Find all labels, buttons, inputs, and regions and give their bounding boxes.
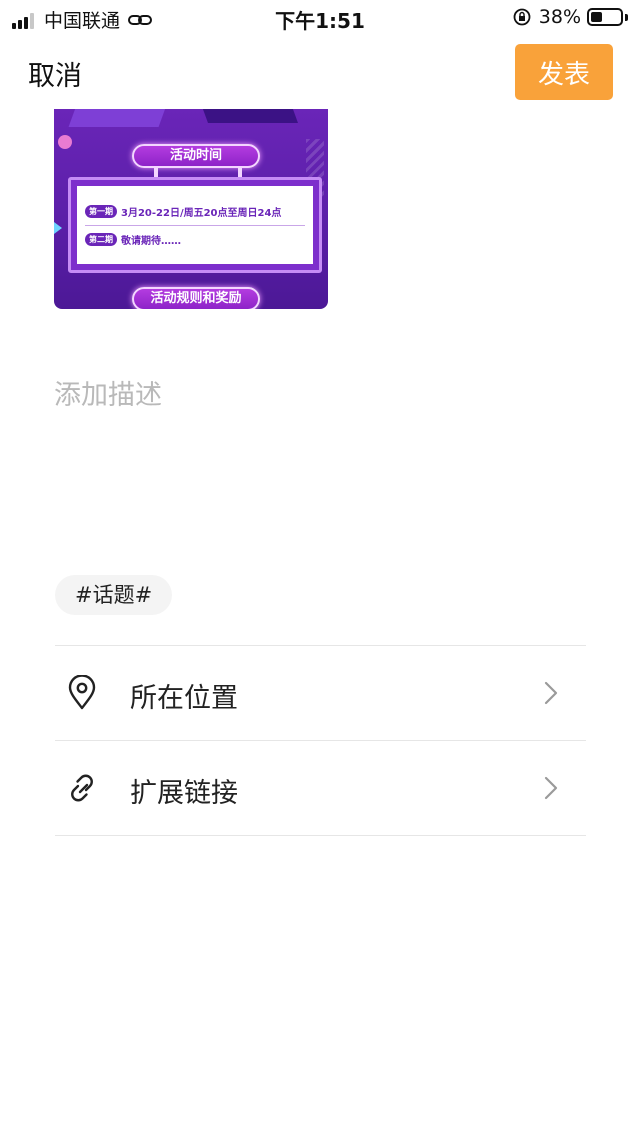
- topic-chip[interactable]: #话题#: [55, 575, 173, 615]
- location-label: 所在位置: [130, 683, 238, 714]
- poster-board-inner: 第一期 3月20-22日/周五20点至周日24点 第二期 敬请期待……: [77, 186, 313, 264]
- battery-tip: [625, 13, 628, 21]
- poster-time-banner: 活动时间: [132, 144, 260, 168]
- decor-shape: [68, 109, 170, 127]
- poster-rules-banner: 活动规则和奖励: [132, 287, 260, 309]
- status-bar: 中国联通 下午1:51 38%: [0, 0, 640, 36]
- description-input[interactable]: [54, 370, 584, 420]
- attached-image-thumbnail[interactable]: 活动时间 第一期 3月20-22日/周五20点至周日24点 第二期 敬请期待………: [54, 109, 328, 309]
- chevron-right-icon: [544, 681, 558, 705]
- period-tag: 第二期: [85, 233, 117, 246]
- link-icon: [71, 774, 93, 802]
- poster-period-row: 第一期 3月20-22日/周五20点至周日24点: [85, 204, 281, 219]
- battery-icon: [587, 8, 623, 26]
- poster-period-row: 第二期 敬请期待……: [85, 232, 181, 247]
- poster-schedule-board: 第一期 3月20-22日/周五20点至周日24点 第二期 敬请期待……: [68, 177, 322, 273]
- chevron-right-icon: [544, 776, 558, 800]
- publish-button[interactable]: 发表: [515, 44, 613, 100]
- post-editor-screen: 中国联通 下午1:51 38% 取消 发表 活动时间 第一期 3月20-22日/…: [0, 0, 640, 1138]
- location-pin-icon: [68, 675, 96, 710]
- battery-percent: 38%: [538, 6, 581, 28]
- decor-dot: [58, 135, 72, 149]
- extended-link-row[interactable]: 扩展链接: [55, 741, 586, 835]
- cancel-button[interactable]: 取消: [28, 54, 82, 93]
- extended-link-label: 扩展链接: [130, 778, 238, 809]
- location-row[interactable]: 所在位置: [55, 646, 586, 740]
- list-divider: [55, 835, 586, 836]
- period-tag: 第一期: [85, 205, 117, 218]
- poster-row-divider: [85, 225, 305, 226]
- period-text: 3月20-22日/周五20点至周日24点: [121, 208, 282, 219]
- battery-level-fill: [591, 12, 602, 22]
- rotation-lock-icon: [513, 8, 531, 26]
- period-text: 敬请期待……: [121, 236, 181, 247]
- decor-shape: [199, 109, 299, 123]
- status-right: 38%: [513, 6, 628, 28]
- decor-arrow: [54, 219, 62, 237]
